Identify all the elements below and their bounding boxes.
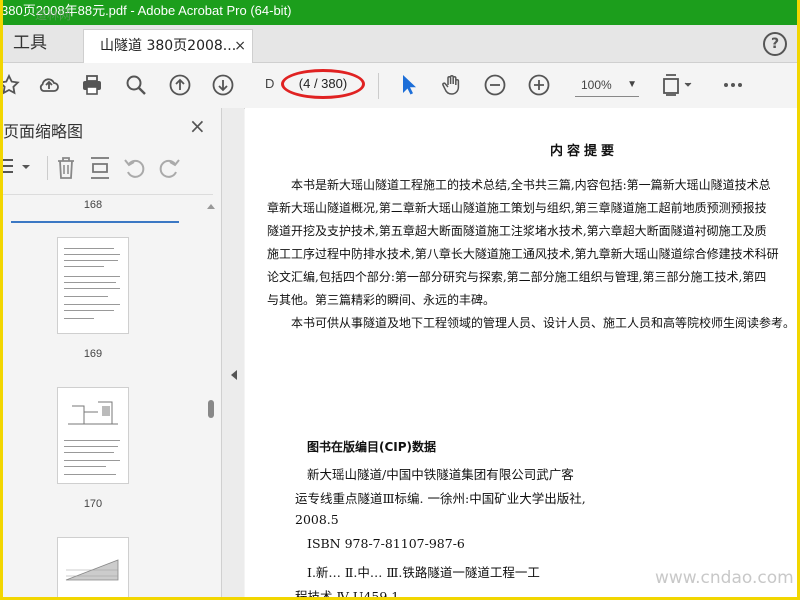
cip-line: 运专线重点隧道Ⅲ标编. 一徐州:中国矿业大学出版社, (295, 491, 586, 506)
summary-line: 隧道开挖及支护技术,第五章超大断面隧道施工注浆堵水技术,第六章超大断面隧道衬砌施… (267, 224, 767, 238)
thumbnail-label: 169 (83, 348, 103, 360)
summary-line: 与其他。第三篇精彩的瞬间、永远的丰碑。 (267, 293, 496, 307)
select-cursor-icon[interactable] (397, 73, 421, 97)
document-page: 内容提要 本书是新大瑶山隧道工程施工的技术总结,全书共三篇,内容包括:第一篇新大… (245, 108, 797, 597)
search-icon[interactable] (124, 73, 148, 97)
panel-divider (3, 194, 213, 195)
thumbnail-diagram (65, 559, 119, 581)
next-page-icon[interactable] (211, 73, 235, 97)
thumbnail-label: 170 (83, 498, 103, 510)
acrobat-window: 380页2008年88元.pdf - Adobe Acrobat Pro (64… (3, 0, 797, 597)
page-thumbnails-panel: 页面缩略图 × 168 169 170 (3, 108, 222, 597)
upload-cloud-icon[interactable] (37, 73, 61, 97)
cip-line: 2008.5 (295, 512, 339, 527)
bookmark-star-icon[interactable] (3, 73, 21, 97)
panel-toolbar (3, 148, 221, 184)
cip-line: 新大瑶山隧道/中国中铁隧道集团有限公司武广客 (307, 467, 574, 482)
cip-heading: 图书在版编目(CIP)数据 (307, 440, 437, 454)
trash-icon[interactable] (55, 156, 77, 180)
zoom-level-select[interactable]: 100% ▼ (575, 73, 639, 97)
thumbnail-label: 168 (83, 199, 103, 211)
rotate-counterclockwise-icon[interactable] (123, 156, 147, 180)
summary-line: 本书可供从事隧道及地下工程领域的管理人员、设计人员、施工人员和高等院校师生阅读参… (291, 316, 796, 330)
page-count-indicator: (4 / 380) (281, 69, 365, 99)
tab-bar: 工具 山隧道 380页2008... × ? (3, 25, 797, 63)
cip-line: Ⅰ.新… Ⅱ.中… Ⅲ.铁路隧道一隧道工程一工 (307, 565, 540, 580)
panel-close-icon[interactable]: × (189, 114, 206, 138)
page-thumbnail-169[interactable] (58, 238, 128, 333)
thumbnail-diagram (68, 401, 118, 425)
chevron-down-icon: ▼ (627, 79, 637, 90)
help-icon[interactable]: ? (763, 32, 787, 56)
extract-page-icon[interactable] (89, 156, 111, 180)
thumbnail-options-icon[interactable] (3, 156, 33, 178)
tab-document[interactable]: 山隧道 380页2008... × (83, 29, 253, 63)
summary-line: 本书是新大瑶山隧道工程施工的技术总结,全书共三篇,内容包括:第一篇新大瑶山隧道技… (291, 178, 771, 192)
hand-tool-icon[interactable] (440, 73, 464, 97)
previous-page-icon[interactable] (168, 73, 192, 97)
title-bar: 380页2008年88元.pdf - Adobe Acrobat Pro (64… (3, 0, 797, 25)
thumbnail-scrollbar[interactable] (205, 204, 217, 597)
page-fit-icon[interactable] (661, 73, 695, 97)
watermark-bottom-right: www.cndao.com (655, 568, 794, 588)
selected-thumbnail-indicator (11, 221, 179, 223)
rotate-clockwise-icon[interactable] (157, 156, 181, 180)
tab-close-icon[interactable]: × (234, 30, 246, 62)
print-icon[interactable] (80, 73, 104, 97)
panel-collapse-strip[interactable] (222, 108, 244, 597)
zoom-level-value: 100% (581, 78, 612, 92)
document-heading: 内容提要 (550, 144, 619, 159)
panel-separator (47, 156, 48, 180)
panel-title: 页面缩略图 (3, 122, 84, 141)
scroll-up-icon[interactable] (207, 204, 215, 209)
tab-tools[interactable]: 工具 (3, 25, 75, 62)
summary-line: 施工工序过程中防排水技术,第八章长大隧道施工通风技术,第九章新大瑶山隧道综合修建… (267, 247, 779, 261)
zoom-in-icon[interactable] (527, 73, 551, 97)
cip-line: 程技术 Ⅳ.U459.1 (295, 589, 400, 597)
summary-line: 论文汇编,包括四个部分:第一部分研究与探索,第二部分施工组织与管理,第三部分施工… (267, 270, 767, 284)
cip-line: ISBN 978-7-81107-987-6 (307, 536, 465, 551)
page-number-field[interactable]: D (265, 76, 274, 91)
tab-document-label: 山隧道 380页2008... (100, 38, 237, 54)
watermark-top-left: 道林网 (35, 8, 72, 22)
page-thumbnail-171[interactable] (58, 538, 128, 597)
collapse-arrow-icon[interactable] (231, 370, 237, 380)
scroll-thumb[interactable] (208, 400, 214, 418)
toolbar-separator (378, 73, 379, 99)
main-toolbar: D (4 / 380) 100% ▼ (3, 63, 797, 109)
summary-line: 章新大瑶山隧道概况,第二章新大瑶山隧道施工策划与组织,第三章隧道施工超前地质预测… (267, 201, 767, 215)
zoom-out-icon[interactable] (483, 73, 507, 97)
page-thumbnail-170[interactable] (58, 388, 128, 483)
more-options-icon[interactable] (721, 73, 745, 97)
